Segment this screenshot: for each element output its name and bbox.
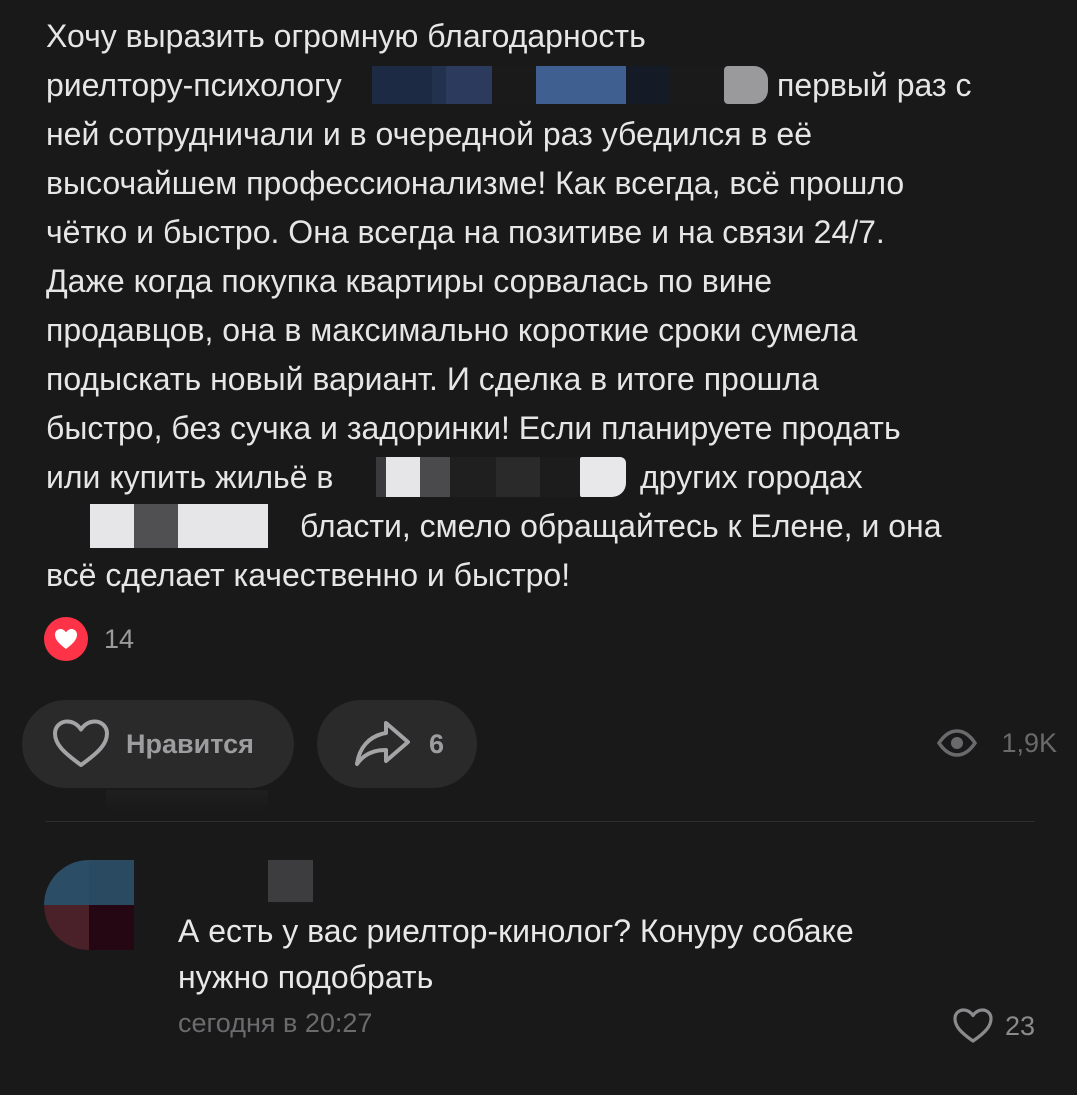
- reactions-summary[interactable]: 14: [44, 617, 134, 661]
- post-text: риелтору-психологу: [46, 67, 342, 103]
- post-text: продавцов, она в максимально короткие ср…: [46, 312, 858, 348]
- post-line: продавцов, она в максимально короткие ср…: [46, 306, 1046, 355]
- post-text: всё сделает качественно и быстро!: [46, 557, 571, 593]
- post-line: ней сотрудничали и в очередной раз убеди…: [46, 110, 1046, 159]
- post-line: Даже когда покупка квартиры сорвалась по…: [46, 257, 1046, 306]
- post-line: бласти, смело обращайтесь к Елене, и она: [46, 502, 1046, 551]
- divider: [46, 821, 1035, 822]
- comment-line: А есть у вас риелтор-кинолог? Конуру соб…: [178, 913, 854, 949]
- like-button[interactable]: Нравится: [22, 700, 294, 788]
- heart-outline-icon: [52, 719, 110, 769]
- censored-region-blur: [46, 504, 300, 548]
- share-button[interactable]: 6: [317, 700, 477, 788]
- views-count: 1,9K: [1001, 727, 1057, 758]
- share-arrow-icon: [353, 719, 411, 769]
- post-text: бласти, смело обращайтесь к Елене, и она: [300, 508, 942, 544]
- post-text: чётко и быстро. Она всегда на позитиве и…: [46, 214, 885, 250]
- post-line: всё сделает качественно и быстро!: [46, 551, 1046, 600]
- post-line: чётко и быстро. Она всегда на позитиве и…: [46, 208, 1046, 257]
- comment-line: нужно подобрать: [178, 959, 434, 995]
- post-text: первый раз с: [777, 67, 972, 103]
- post-body: Хочу выразить огромную благодарность рие…: [46, 12, 1046, 600]
- post-line: быстро, без сучка и задоринки! Если план…: [46, 404, 1046, 453]
- reaction-count: 14: [104, 623, 135, 654]
- share-count: 6: [429, 728, 445, 759]
- comment-timestamp: сегодня в 20:27: [178, 1008, 373, 1038]
- post-line: или купить жильё в других городах: [46, 453, 1046, 502]
- heart-outline-icon: [953, 1008, 993, 1044]
- post-text: или купить жильё в: [46, 459, 334, 495]
- views-counter: 1,9K: [937, 723, 1057, 763]
- avatar-blur-extra: [89, 860, 134, 905]
- post-text: подыскать новый вариант. И сделка в итог…: [46, 361, 819, 397]
- post-text: ней сотрудничали и в очередной раз убеди…: [46, 116, 812, 152]
- comment-like-button[interactable]: 23: [953, 1004, 1035, 1048]
- heart-icon: [44, 617, 88, 661]
- post-text: высочайшем профессионализме! Как всегда,…: [46, 165, 905, 201]
- post-text: Даже когда покупка квартиры сорвалась по…: [46, 263, 773, 299]
- post-line: подыскать новый вариант. И сделка в итог…: [46, 355, 1046, 404]
- divider-fade-blur: [106, 790, 268, 812]
- post-line: Хочу выразить огромную благодарность: [46, 12, 1046, 61]
- post-text: других городах: [640, 459, 863, 495]
- post-line: высочайшем профессионализме! Как всегда,…: [46, 159, 1046, 208]
- avatar-blur-extra: [89, 905, 134, 950]
- censored-name-blur: [372, 66, 768, 104]
- censored-city-blur: [376, 457, 626, 497]
- like-label: Нравится: [126, 728, 254, 759]
- comment-text: А есть у вас риелтор-кинолог? Конуру соб…: [178, 908, 854, 1000]
- post-text: быстро, без сучка и задоринки! Если план…: [46, 410, 901, 446]
- censored-username-blur: [268, 860, 313, 902]
- post-line: риелтору-психологу первый раз с: [46, 61, 1046, 110]
- eye-icon: [937, 729, 978, 757]
- comment-like-count: 23: [1004, 1010, 1035, 1041]
- post-text: Хочу выразить огромную благодарность: [46, 18, 646, 54]
